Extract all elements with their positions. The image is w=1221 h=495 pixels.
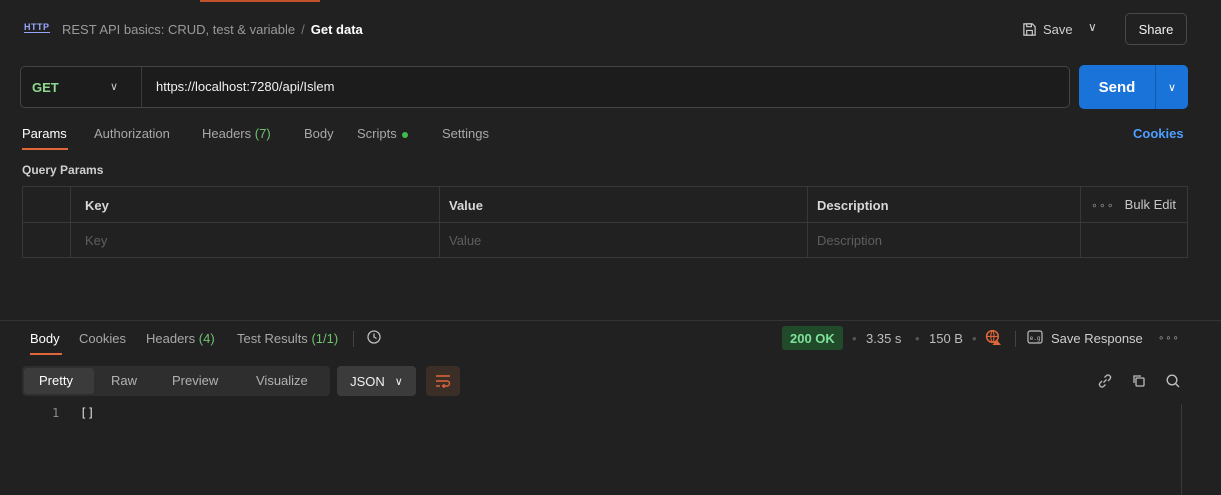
format-tab-raw[interactable]: Raw — [111, 373, 137, 388]
key-input[interactable]: Key — [85, 233, 107, 248]
line-number: 1 — [52, 406, 60, 420]
tab-headers-count: (7) — [254, 126, 271, 141]
scripts-indicator-dot-icon — [401, 131, 408, 138]
format-tab-pretty[interactable]: Pretty — [39, 373, 73, 388]
code-line[interactable]: [] — [80, 406, 94, 420]
meta-separator-dot: • — [972, 331, 977, 346]
format-tab-preview[interactable]: Preview — [172, 373, 218, 388]
wrap-lines-button[interactable] — [426, 366, 460, 396]
copy-icon[interactable] — [1131, 373, 1147, 392]
row-divider — [23, 222, 1187, 223]
save-icon — [1023, 22, 1036, 36]
share-button[interactable]: Share — [1125, 13, 1187, 45]
save-response-icon: e.g — [1027, 330, 1043, 347]
cookies-link[interactable]: Cookies — [1133, 126, 1184, 141]
link-icon[interactable] — [1097, 373, 1113, 392]
response-tab-headers[interactable]: Headers (4) — [146, 331, 215, 346]
request-title[interactable]: Get data — [311, 22, 363, 37]
bulk-edit-button[interactable]: ∘∘∘ Bulk Edit — [1091, 197, 1176, 212]
response-tab-test-results-label: Test Results — [237, 331, 308, 346]
format-tab-visualize[interactable]: Visualize — [256, 373, 308, 388]
response-tab-test-results[interactable]: Test Results (1/1) — [237, 331, 338, 346]
format-select-value: JSON — [350, 373, 385, 389]
meta-separator-dot: • — [915, 331, 920, 346]
history-icon[interactable] — [366, 329, 382, 348]
column-header-key: Key — [85, 198, 109, 213]
pane-divider[interactable] — [0, 320, 1221, 321]
method-select[interactable]: GET — [32, 80, 59, 95]
more-options-icon[interactable]: ∘∘∘ — [1158, 333, 1180, 344]
wrap-lines-icon — [436, 375, 451, 388]
description-input[interactable]: Description — [817, 233, 882, 248]
tab-headers[interactable]: Headers (7) — [202, 126, 271, 141]
tab-settings[interactable]: Settings — [442, 126, 489, 141]
response-tab-body-underline — [30, 353, 62, 355]
tab-params[interactable]: Params — [22, 126, 67, 141]
tabs-separator — [353, 331, 354, 347]
send-button[interactable]: Send — [1079, 65, 1155, 109]
column-header-value: Value — [449, 198, 483, 213]
meta-separator-dot: • — [852, 331, 857, 346]
breadcrumb-collection[interactable]: REST API basics: CRUD, test & variable — [62, 22, 295, 37]
tab-headers-label: Headers — [202, 126, 252, 141]
column-header-description: Description — [817, 198, 889, 213]
response-tab-headers-label: Headers — [146, 331, 196, 346]
query-params-table: Key Value Description ∘∘∘ Bulk Edit Key V… — [22, 186, 1188, 258]
tab-params-underline — [22, 148, 68, 150]
tab-body[interactable]: Body — [304, 126, 334, 141]
response-size[interactable]: 150 B — [929, 331, 963, 346]
response-tab-headers-count: (4) — [198, 331, 215, 346]
meta-separator — [1015, 331, 1016, 347]
format-select[interactable]: JSON ∨ — [337, 366, 416, 396]
url-divider — [141, 67, 142, 107]
svg-text:e.g: e.g — [1030, 335, 1041, 342]
query-params-title: Query Params — [22, 163, 104, 177]
response-tab-cookies[interactable]: Cookies — [79, 331, 126, 346]
tab-scripts[interactable]: Scripts — [357, 126, 408, 141]
http-icon: HTTP — [24, 22, 50, 33]
save-response-button[interactable]: Save Response — [1051, 331, 1143, 346]
save-dropdown-chevron-icon[interactable]: ∨ — [1088, 20, 1097, 34]
search-icon[interactable] — [1165, 373, 1181, 392]
breadcrumb-separator: / — [301, 22, 305, 37]
active-tab-stripe — [200, 0, 320, 2]
save-label: Save — [1043, 21, 1073, 37]
breadcrumb: REST API basics: CRUD, test & variable / G… — [62, 22, 363, 37]
bulk-edit-label: Bulk Edit — [1124, 197, 1176, 212]
save-button[interactable]: Save — [1022, 13, 1073, 45]
chevron-down-icon: ∨ — [394, 375, 403, 388]
scrollbar[interactable] — [1181, 404, 1182, 495]
tab-authorization[interactable]: Authorization — [94, 126, 170, 141]
response-tab-body[interactable]: Body — [30, 331, 60, 346]
value-input[interactable]: Value — [449, 233, 481, 248]
response-time[interactable]: 3.35 s — [866, 331, 901, 346]
tab-scripts-label: Scripts — [357, 126, 397, 141]
url-input[interactable]: https://localhost:7280/api/Islem — [156, 79, 335, 94]
method-chevron-down-icon[interactable]: ∨ — [110, 80, 118, 93]
send-dropdown-chevron-icon[interactable]: ∨ — [1156, 65, 1188, 109]
status-badge[interactable]: 200 OK — [782, 326, 843, 350]
more-options-icon: ∘∘∘ — [1091, 200, 1115, 212]
network-globe-icon[interactable] — [985, 329, 1002, 349]
response-tab-test-results-count: (1/1) — [311, 331, 339, 346]
